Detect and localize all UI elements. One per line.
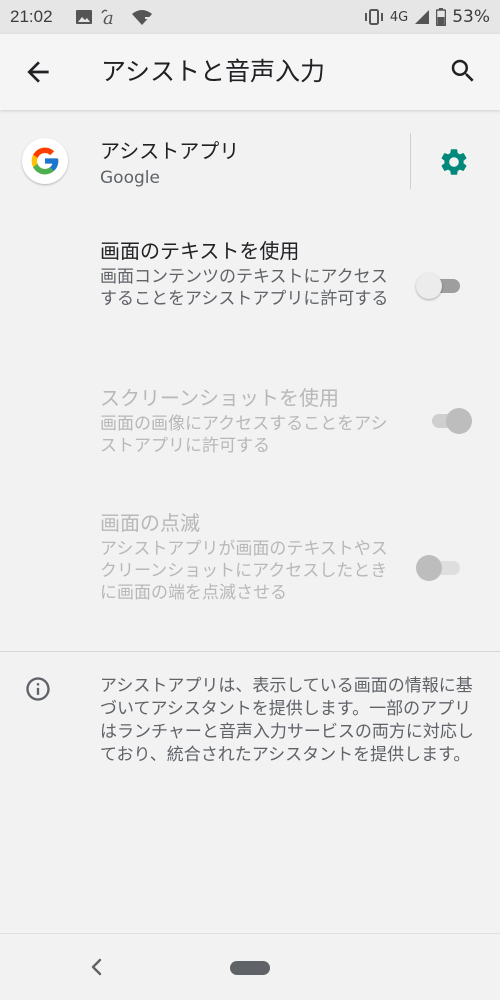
use-screenshot-summary: 画面の画像にアクセスすることをアシストアプリに許可する — [100, 414, 388, 456]
assist-app-pref[interactable]: アシストアプリ Google — [0, 130, 500, 200]
battery-percent: 53% — [452, 7, 490, 27]
app-bar: アシストと音声入力 — [0, 34, 500, 110]
use-screen-text-switch[interactable] — [416, 273, 462, 299]
section-divider — [0, 651, 500, 652]
search-icon[interactable] — [448, 56, 478, 86]
flash-screen-title: 画面の点滅 — [100, 511, 200, 535]
status-time: 21:02 — [10, 7, 53, 26]
assist-app-title: アシストアプリ — [100, 139, 240, 163]
footer-info-text: アシストアプリは、表示している画面の情報に基づいてアシスタントを提供します。一部… — [100, 676, 474, 765]
wifi-icon — [132, 10, 152, 25]
network-type: 4G — [389, 9, 409, 25]
info-icon — [26, 677, 50, 701]
use-screenshot-title: スクリーンショットを使用 — [100, 386, 339, 410]
nav-back-icon[interactable] — [88, 956, 106, 978]
a-icon: a — [101, 8, 114, 27]
gear-icon[interactable] — [438, 146, 470, 178]
switch-thumb — [416, 555, 442, 581]
flash-screen-switch[interactable] — [416, 555, 462, 581]
home-pill-button[interactable] — [230, 961, 270, 975]
image-icon — [76, 10, 92, 24]
navigation-bar — [0, 933, 500, 1000]
status-bar: 21:02 a 4G 53% — [0, 0, 500, 34]
signal-icon — [415, 10, 430, 24]
vibrate-icon — [364, 9, 383, 25]
use-screen-text-summary: 画面コンテンツのテキストにアクセスすることをアシストアプリに許可する — [100, 267, 389, 309]
status-right: 4G 53% — [364, 7, 490, 27]
assist-app-summary: Google — [100, 168, 160, 188]
vertical-divider — [410, 133, 411, 189]
switch-thumb — [416, 273, 442, 299]
battery-icon — [436, 8, 447, 26]
page-title: アシストと音声入力 — [101, 57, 326, 86]
use-screenshot-switch[interactable] — [428, 408, 474, 434]
notification-icons: a — [75, 7, 153, 27]
switch-thumb — [446, 408, 472, 434]
use-screenshot-pref[interactable]: スクリーンショットを使用 画面の画像にアクセスすることをアシストアプリに許可する — [0, 377, 500, 467]
flash-screen-summary: アシストアプリが画面のテキストやスクリーンショットにアクセスしたときに画面の端を… — [100, 539, 388, 603]
use-screen-text-title: 画面のテキストを使用 — [100, 239, 300, 263]
arrow-back-icon[interactable] — [22, 56, 54, 88]
